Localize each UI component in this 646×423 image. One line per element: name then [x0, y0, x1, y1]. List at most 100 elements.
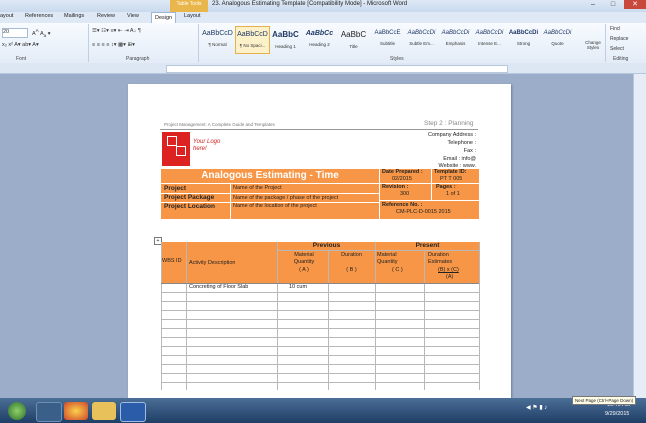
- logo-text: Your Logo here!: [193, 139, 221, 152]
- reference-value: CM-PLC-D-0015 2015: [396, 209, 451, 215]
- revision-label: Revision :: [382, 184, 409, 190]
- date-prepared-label: Date Prepared :: [382, 169, 423, 175]
- style-no-spacing[interactable]: AaBbCcD ¶ No Spaci...: [235, 26, 270, 54]
- divider: [88, 24, 89, 62]
- style-heading-2[interactable]: AaBbCc Heading 2: [303, 26, 336, 52]
- meta-divider: [380, 200, 479, 201]
- style-quote[interactable]: AaBbCcDi Quote: [541, 26, 574, 52]
- bxc-label: (B) x (C): [438, 267, 459, 273]
- clock-date[interactable]: 9/29/2015: [605, 411, 629, 417]
- media-player-icon[interactable]: [36, 402, 62, 422]
- grid-line: [161, 355, 479, 356]
- word-icon[interactable]: [120, 402, 146, 422]
- tab-review[interactable]: Review: [97, 13, 115, 19]
- style-emphasis[interactable]: AaBbCcDi Emphasis: [439, 26, 472, 52]
- ruler-scale[interactable]: [166, 65, 508, 73]
- table-tools-context-tab: Table Tools: [170, 0, 208, 12]
- tab-references[interactable]: References: [25, 13, 53, 19]
- meta-divider: [431, 169, 432, 200]
- row1-activity[interactable]: Concreting of Floor Slab: [189, 284, 248, 290]
- grid-line: [161, 382, 479, 383]
- grid-line: [424, 250, 425, 390]
- grid-line: [479, 242, 480, 390]
- grid-line: [161, 328, 479, 329]
- style-heading-1[interactable]: AaBbC Heading 1: [269, 26, 302, 52]
- revision-value: 300: [400, 191, 410, 197]
- style-intense-emphasis[interactable]: AaBbCcDi Intense E...: [473, 26, 506, 52]
- minimize-button[interactable]: –: [584, 0, 602, 9]
- font-grow-icon[interactable]: AA Aa ▾: [32, 28, 50, 38]
- material-qty-header: Material Quantity: [293, 252, 315, 265]
- font-group-label: Font: [16, 56, 27, 62]
- maximize-button[interactable]: □: [604, 0, 622, 9]
- divider: [605, 24, 606, 62]
- divider: [198, 24, 199, 62]
- ribbon-tabs: ayout References Mailings Review View De…: [0, 12, 646, 23]
- change-styles-button[interactable]: Change Styles: [583, 40, 603, 50]
- find-button[interactable]: Find: [610, 26, 620, 32]
- material-qty2-header: Material Quantity: [377, 252, 398, 265]
- package-value[interactable]: Name of the package / phase of the proje…: [233, 195, 338, 201]
- page-header-left: Project Management: A Complete Guide and…: [164, 122, 275, 127]
- logo-square: [167, 136, 177, 146]
- vertical-scrollbar[interactable]: [633, 74, 646, 398]
- company-address: Company Address :: [428, 132, 476, 138]
- previous-header: Previous: [312, 242, 341, 249]
- location-label: Project Location: [164, 203, 215, 210]
- grid-line: [186, 242, 187, 390]
- style-strong[interactable]: AaBbCcDi Strong: [507, 26, 540, 52]
- next-page-tooltip: Next Page (Ctrl+Page Down): [572, 396, 637, 405]
- grid-line: [161, 319, 479, 320]
- style-title[interactable]: AaBbC Title: [337, 26, 370, 52]
- duration-header: Duration: [341, 252, 362, 258]
- qty-a-label: ( A ): [299, 267, 309, 273]
- style-normal[interactable]: AaBbCcD ¶ Normal: [201, 26, 234, 52]
- folder-icon[interactable]: [92, 402, 116, 420]
- form-title: Analogous Estimating - Time: [201, 170, 339, 181]
- package-label: Project Package: [164, 194, 215, 201]
- editing-group-label: Editing: [613, 56, 629, 62]
- grid-line: [161, 301, 479, 302]
- grid-line: [277, 242, 278, 390]
- meta-divider: [380, 183, 479, 184]
- tab-page-layout[interactable]: ayout: [0, 13, 13, 19]
- styles-group-label: Styles: [390, 56, 404, 62]
- window-title: 23. Analogous Estimating Template [Compa…: [212, 1, 408, 7]
- replace-button[interactable]: Replace: [610, 36, 628, 42]
- location-value[interactable]: Name of the location of the project: [233, 203, 317, 209]
- font-size-box[interactable]: 20: [2, 28, 28, 38]
- font-format-icons[interactable]: x₂ x² A▾ ab▾ A▾: [2, 42, 39, 48]
- page-header-right: Step 2 : Planning: [424, 120, 474, 127]
- grid-line: [161, 242, 162, 390]
- project-label: Project: [164, 185, 187, 192]
- paragraph-group-label: Paragraph: [126, 56, 150, 62]
- tab-view[interactable]: View: [127, 13, 139, 19]
- grid-line: [161, 364, 479, 365]
- col-divider: [230, 184, 231, 219]
- style-subtle-emphasis[interactable]: AaBbCcDi Subtle Em...: [405, 26, 438, 52]
- date-prepared-value: 02/2015: [392, 176, 412, 182]
- wbs-header: WBS ID: [162, 258, 182, 264]
- tab-layout[interactable]: Layout: [184, 13, 201, 19]
- duration-b-label: ( B ): [346, 267, 357, 273]
- pages-label: Pages :: [436, 184, 456, 190]
- start-button-icon[interactable]: [8, 402, 26, 420]
- select-button[interactable]: Select: [610, 46, 624, 52]
- company-fax: Fax :: [463, 148, 476, 154]
- list-icons[interactable]: ☰▾ ☷▾ ≡▾ ⇤ ⇥ A↓ ¶: [92, 28, 141, 34]
- tab-mailings[interactable]: Mailings: [64, 13, 84, 19]
- company-telephone: Telephone :: [447, 140, 476, 146]
- tab-design[interactable]: Design: [151, 12, 177, 23]
- grid-line: [161, 310, 479, 311]
- row1-qty[interactable]: 10 cum: [289, 284, 307, 290]
- reference-label: Reference No. :: [382, 202, 423, 208]
- style-subtitle[interactable]: AaBbCcE Subtitle: [371, 26, 404, 52]
- align-icons[interactable]: ≡ ≡ ≡ ≡ ↕▾ ▦▾ ⊞▾: [92, 42, 135, 48]
- chrome-icon[interactable]: [64, 402, 88, 420]
- row-divider: [161, 193, 379, 194]
- template-id-label: Template ID:: [434, 169, 467, 175]
- close-button[interactable]: ✕: [624, 0, 646, 9]
- tray-icons[interactable]: ◀ ⚑ ▮ ♪: [526, 404, 556, 411]
- grid-line: [277, 250, 479, 251]
- project-value[interactable]: Name of the Project: [233, 185, 282, 191]
